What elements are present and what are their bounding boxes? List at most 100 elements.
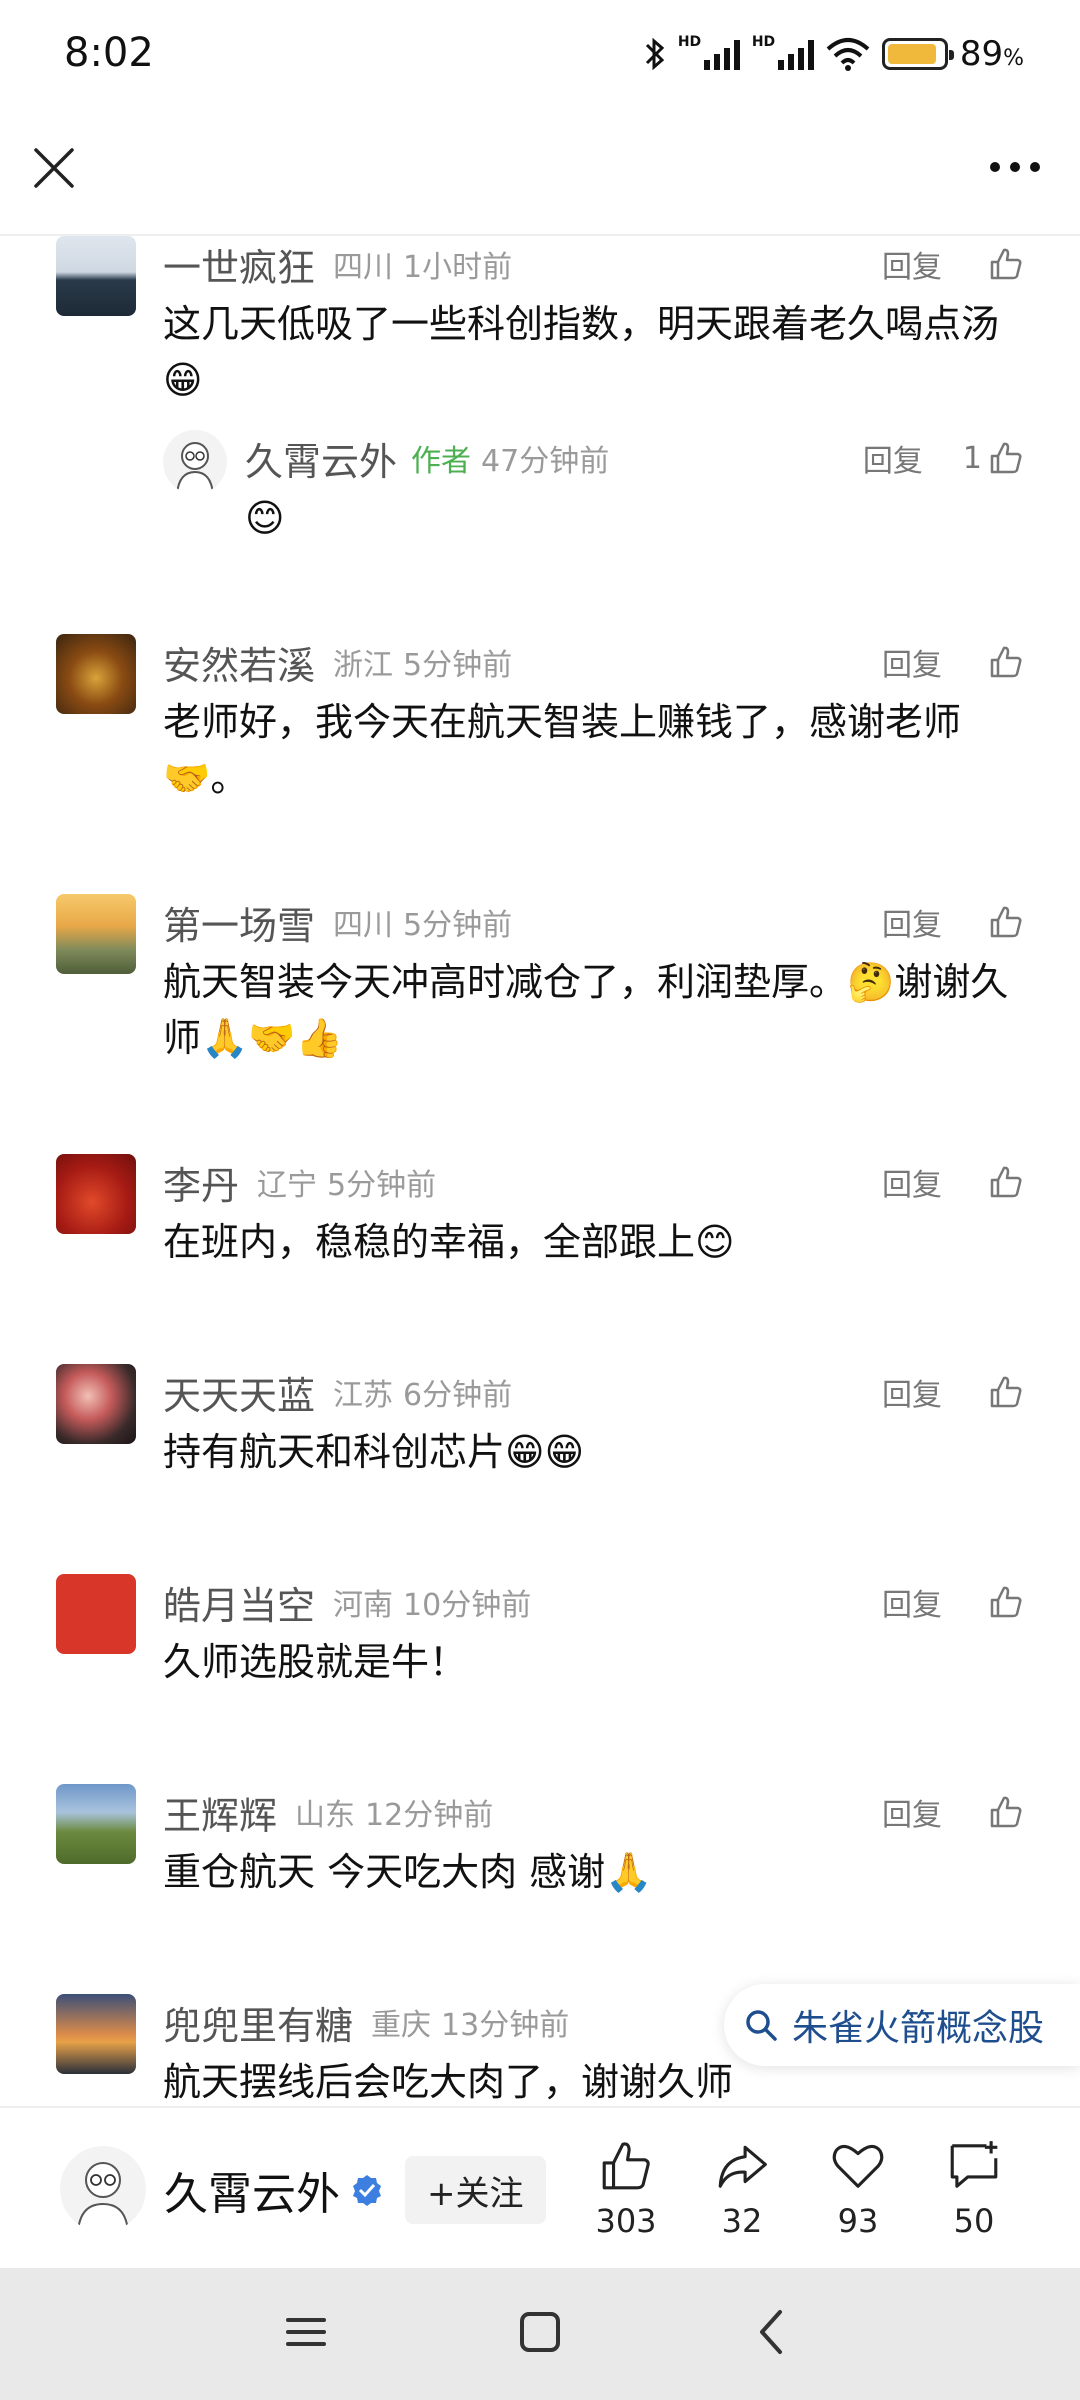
- comment-text: 航天智装今天冲高时减仓了，利润垫厚。🤔谢谢久师🙏🤝👍: [163, 960, 1009, 1060]
- comment-time: 5分钟前: [403, 648, 513, 683]
- comment-text: 在班内，稳稳的幸福，全部跟上😊: [163, 1220, 735, 1264]
- like-button[interactable]: [982, 904, 1024, 940]
- like-button[interactable]: 1: [963, 440, 1024, 476]
- comment-username[interactable]: 第一场雪: [163, 895, 315, 950]
- status-bar: 8:02 HD HD 89%: [0, 0, 1080, 116]
- reply-button[interactable]: 回复: [882, 1790, 942, 1834]
- comment-time: 5分钟前: [403, 908, 513, 943]
- share-icon: [718, 2145, 767, 2188]
- comment-item: 一世疯狂 四川 1小时前 回复 这几天低吸了一些科创指数，明天跟着老久喝点汤😁 …: [0, 236, 1080, 546]
- avatar[interactable]: [56, 236, 136, 316]
- reply-button[interactable]: 回复: [882, 640, 942, 684]
- avatar[interactable]: [56, 1784, 136, 1864]
- status-time: 8:02: [64, 30, 154, 76]
- avatar[interactable]: [56, 634, 136, 714]
- comment-time: 12分钟前: [365, 1798, 494, 1833]
- avatar[interactable]: [56, 1364, 136, 1444]
- top-nav-bar: [0, 116, 1080, 236]
- comment-region: 山东: [295, 1798, 356, 1833]
- wifi-icon: [826, 38, 870, 71]
- heart-icon: [832, 2144, 884, 2188]
- comment-time: 1小时前: [403, 250, 513, 285]
- comment-list[interactable]: 一世疯狂 四川 1小时前 回复 这几天低吸了一些科创指数，明天跟着老久喝点汤😁 …: [0, 236, 1080, 2106]
- comment-button[interactable]: 50: [924, 2138, 1024, 2240]
- comment-item: 天天天蓝 江苏 6分钟前 回复 持有航天和科创芯片😁😁: [0, 1364, 1080, 1480]
- avatar[interactable]: [56, 894, 136, 974]
- like-button[interactable]: [982, 644, 1024, 680]
- comment-add-icon: [950, 2141, 998, 2188]
- thumbs-up-icon: [990, 1376, 1022, 1408]
- comment-username[interactable]: 王辉辉: [163, 1785, 277, 1840]
- menu-icon[interactable]: [284, 2306, 328, 2358]
- author-avatar[interactable]: [60, 2146, 146, 2232]
- comment-username[interactable]: 兜兜里有糖: [163, 1995, 353, 2050]
- comment-item: 皓月当空 河南 10分钟前 回复 久师选股就是牛！: [0, 1574, 1080, 1690]
- comment-count: 50: [953, 2202, 995, 2240]
- close-icon[interactable]: [32, 146, 76, 190]
- bluetooth-icon: [645, 37, 665, 71]
- thumbs-up-icon: [990, 1586, 1022, 1618]
- thumbs-up-icon: [990, 248, 1022, 280]
- avatar[interactable]: [56, 1154, 136, 1234]
- like-button[interactable]: [982, 1164, 1024, 1200]
- comment-item: 王辉辉 山东 12分钟前 回复 重仓航天 今天吃大肉 感谢🙏: [0, 1784, 1080, 1900]
- thumbs-up-icon: [990, 1796, 1022, 1828]
- system-nav-bar: [0, 2268, 1080, 2400]
- status-icons: HD HD 89%: [644, 34, 1024, 74]
- home-icon[interactable]: [516, 2306, 564, 2358]
- reply-button[interactable]: 回复: [882, 242, 942, 286]
- comment-text: 这几天低吸了一些科创指数，明天跟着老久喝点汤😁: [163, 302, 1000, 402]
- like-button[interactable]: [982, 246, 1024, 282]
- comment-time: 5分钟前: [327, 1168, 437, 1203]
- follow-button[interactable]: +关注: [405, 2156, 546, 2224]
- avatar[interactable]: [56, 1574, 136, 1654]
- favorite-button[interactable]: 93: [808, 2138, 908, 2240]
- thumbs-up-icon: [990, 646, 1022, 678]
- comment-text: 老师好，我今天在航天智装上赚钱了，感谢老师🤝。: [163, 700, 962, 800]
- comment-item: 李丹 辽宁 5分钟前 回复 在班内，稳稳的幸福，全部跟上😊: [0, 1154, 1080, 1270]
- comment-item: 安然若溪 浙江 5分钟前 回复 老师好，我今天在航天智装上赚钱了，感谢老师🤝。: [0, 634, 1080, 806]
- signal-icon: HD: [752, 34, 814, 70]
- comment-time: 10分钟前: [403, 1588, 532, 1623]
- reply-button[interactable]: 回复: [882, 1160, 942, 1204]
- battery-percent: 89%: [959, 34, 1024, 74]
- comment-username[interactable]: 皓月当空: [163, 1575, 315, 1630]
- comment-text: 重仓航天 今天吃大肉 感谢🙏: [163, 1850, 653, 1894]
- author-name[interactable]: 久霄云外: [164, 2158, 384, 2222]
- reply-button[interactable]: 回复: [882, 900, 942, 944]
- thumbs-up-icon: [990, 906, 1022, 938]
- thumbs-up-icon: [602, 2142, 650, 2190]
- like-button[interactable]: [982, 1374, 1024, 1410]
- comment-username[interactable]: 一世疯狂: [163, 237, 315, 292]
- share-count: 32: [721, 2202, 763, 2240]
- share-button[interactable]: 32: [692, 2138, 792, 2240]
- reply-button[interactable]: 回复: [863, 436, 923, 480]
- reply-username[interactable]: 久霄云外: [245, 431, 397, 486]
- verified-icon: [353, 2175, 381, 2206]
- related-search-chip[interactable]: 朱雀火箭概念股: [723, 1984, 1080, 2066]
- like-button[interactable]: [982, 1584, 1024, 1620]
- comment-region: 浙江: [333, 648, 394, 683]
- like-button[interactable]: [982, 1794, 1024, 1830]
- comment-region: 辽宁: [257, 1168, 318, 1203]
- comment-region: 江苏: [333, 1378, 394, 1413]
- comment-item: 第一场雪 四川 5分钟前 回复 航天智装今天冲高时减仓了，利润垫厚。🤔谢谢久师🙏…: [0, 894, 1080, 1066]
- comment-time: 13分钟前: [441, 2008, 570, 2043]
- avatar[interactable]: [56, 1994, 136, 2074]
- avatar[interactable]: [163, 430, 227, 494]
- more-options-button[interactable]: [990, 162, 1040, 172]
- comment-username[interactable]: 天天天蓝: [163, 1365, 315, 1420]
- reply-button[interactable]: 回复: [882, 1370, 942, 1414]
- comment-text: 持有航天和科创芯片😁😁: [163, 1430, 585, 1474]
- like-post-button[interactable]: 303: [576, 2138, 676, 2240]
- back-icon[interactable]: [752, 2306, 792, 2358]
- comment-username[interactable]: 安然若溪: [163, 635, 315, 690]
- comment-region: 河南: [333, 1588, 394, 1623]
- favorite-count: 93: [837, 2202, 879, 2240]
- search-icon: [746, 2010, 777, 2041]
- reply-button[interactable]: 回复: [882, 1580, 942, 1624]
- comment-username[interactable]: 李丹: [163, 1155, 239, 1210]
- thumbs-up-icon: [990, 1166, 1022, 1198]
- battery-icon: [881, 38, 954, 70]
- thumbs-up-icon: [990, 442, 1022, 474]
